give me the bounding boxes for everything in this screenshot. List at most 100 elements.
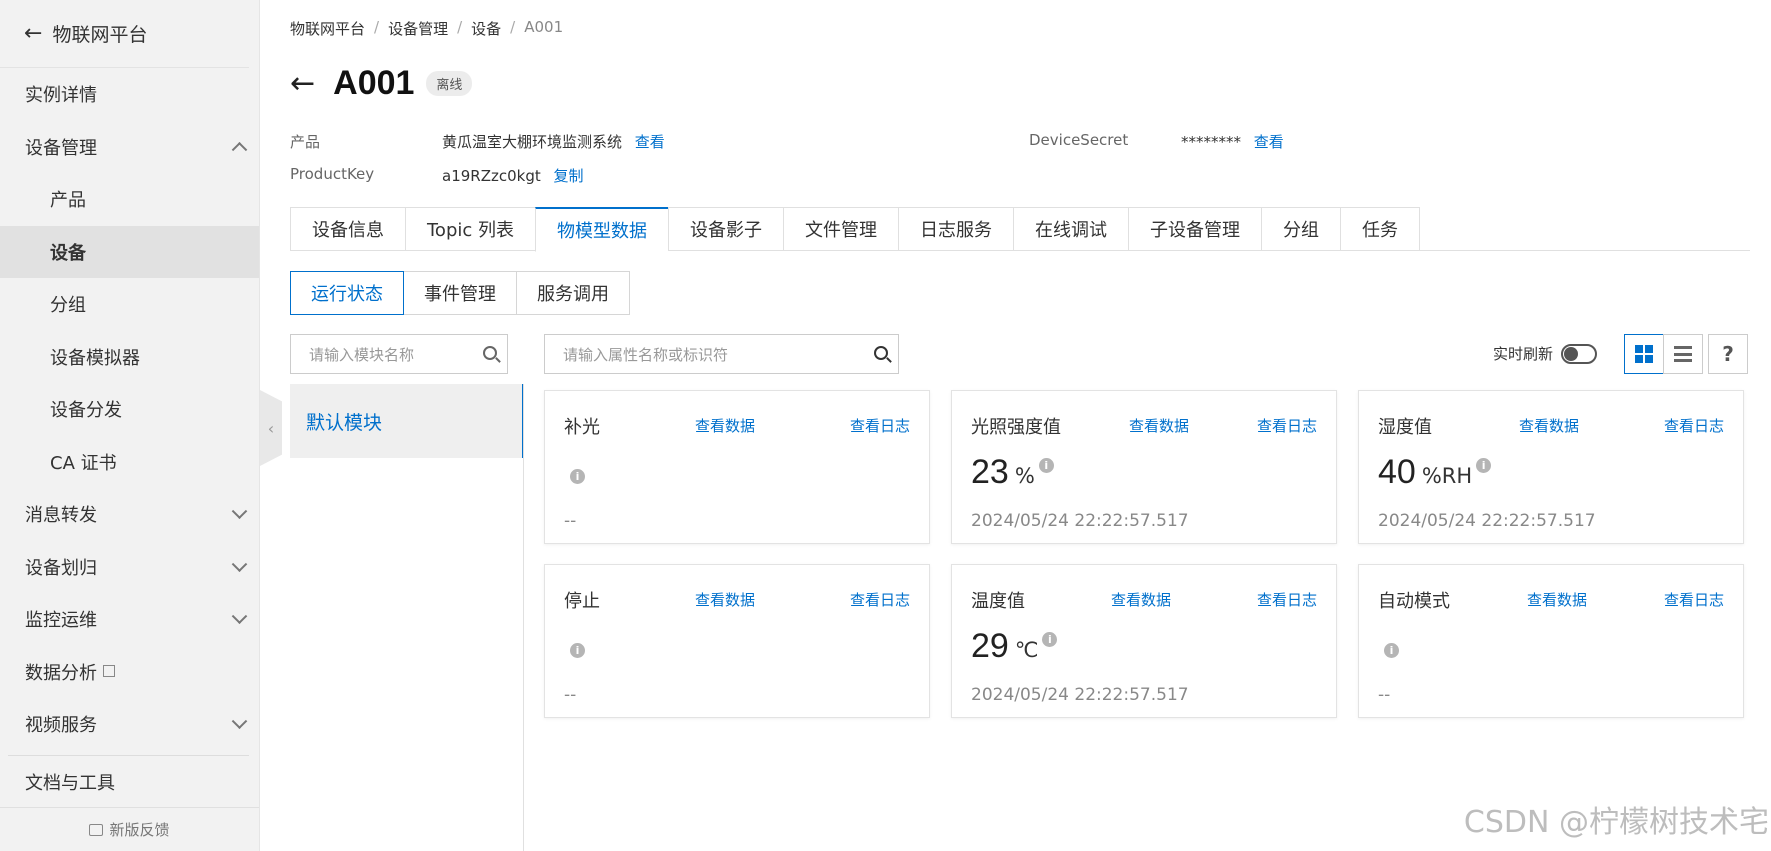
tab-online-debug[interactable]: 在线调试	[1013, 207, 1128, 251]
sidebar-item-video-service[interactable]: 视频服务	[0, 698, 259, 751]
view-data-link[interactable]: 查看数据	[695, 415, 755, 436]
tab-topic-list[interactable]: Topic 列表	[405, 207, 535, 251]
view-log-link[interactable]: 查看日志	[1257, 415, 1317, 436]
sidebar-item-product[interactable]: 产品	[0, 173, 259, 226]
feedback-icon	[89, 823, 104, 836]
sidebar-item-label: 视频服务	[25, 715, 97, 737]
realtime-refresh-toggle[interactable]	[1561, 343, 1598, 364]
sidebar-item-device-simulator[interactable]: 设备模拟器	[0, 331, 259, 384]
sidebar-item-label: 设备管理	[25, 137, 97, 159]
view-log-link[interactable]: 查看日志	[1664, 415, 1724, 436]
tab-sub-device-management[interactable]: 子设备管理	[1128, 207, 1261, 251]
chevron-left-icon: ‹	[267, 418, 275, 438]
back-arrow-icon[interactable]: ←	[24, 21, 42, 46]
search-icon[interactable]	[874, 346, 888, 360]
sidebar-item-device[interactable]: 设备	[0, 225, 259, 278]
secret-value: ********	[1181, 133, 1241, 151]
info-icon[interactable]: i	[1042, 632, 1058, 647]
grid-view-button[interactable]	[1624, 334, 1664, 374]
info-icon[interactable]: i	[570, 469, 585, 484]
info-icon[interactable]: i	[1384, 643, 1399, 658]
tab-device-info[interactable]: 设备信息	[290, 207, 405, 251]
property-card: 光照强度值 查看数据 查看日志 23 % i 2024/05/24 22:22:…	[951, 390, 1337, 544]
productkey-copy-link[interactable]: 复制	[554, 167, 584, 185]
subtab-event-management[interactable]: 事件管理	[403, 271, 517, 315]
sidebar-collapse-handle[interactable]: ‹	[260, 390, 282, 466]
property-time: --	[564, 685, 577, 705]
property-unit: %	[1014, 464, 1035, 488]
sidebar-item-device-assignment[interactable]: 设备划归	[0, 541, 259, 594]
property-time: 2024/05/24 22:22:57.517	[1378, 511, 1596, 531]
info-icon[interactable]: i	[570, 643, 585, 658]
info-icon-wrap: i	[570, 639, 585, 658]
sidebar-item-label: 消息转发	[25, 505, 97, 527]
main-content: 物联网平台 / 设备管理 / 设备 / A001 ← A001 离线 产品 黄瓜温室大…	[290, 0, 1750, 851]
sidebar-item-message-forwarding[interactable]: 消息转发	[0, 488, 259, 541]
view-log-link[interactable]: 查看日志	[850, 415, 910, 436]
module-search-input[interactable]: 请输入模块名称	[290, 334, 508, 374]
tab-bar: 设备信息 Topic 列表 物模型数据 设备影子 文件管理 日志服务 在线调试 …	[290, 207, 1750, 252]
view-data-link[interactable]: 查看数据	[1111, 589, 1171, 610]
sidebar-item-docs-tools[interactable]: 文档与工具	[0, 760, 259, 794]
tab-group[interactable]: 分组	[1261, 207, 1340, 251]
sidebar-item-label: 分组	[50, 295, 86, 317]
sidebar-item-ca-certificate[interactable]: CA 证书	[0, 436, 259, 489]
sidebar-item-group[interactable]: 分组	[0, 278, 259, 331]
sidebar-item-device-management[interactable]: 设备管理	[0, 121, 259, 174]
secret-view-link[interactable]: 查看	[1254, 133, 1284, 151]
sidebar-item-device-distribution[interactable]: 设备分发	[0, 383, 259, 436]
help-button[interactable]: ?	[1708, 334, 1748, 374]
tab-device-shadow[interactable]: 设备影子	[668, 207, 783, 251]
external-link-icon	[103, 664, 115, 677]
info-icon[interactable]: i	[1038, 458, 1054, 473]
sidebar-item-label: 文档与工具	[25, 772, 115, 794]
view-log-link[interactable]: 查看日志	[850, 589, 910, 610]
status-badge: 离线	[426, 71, 473, 96]
breadcrumb-item[interactable]: 设备	[471, 18, 501, 39]
subtab-service-call[interactable]: 服务调用	[516, 271, 630, 315]
tab-task[interactable]: 任务	[1340, 207, 1420, 251]
view-data-link[interactable]: 查看数据	[1129, 415, 1189, 436]
tab-thing-model-data[interactable]: 物模型数据	[535, 207, 668, 252]
breadcrumb-item[interactable]: 物联网平台	[290, 18, 365, 39]
sidebar-divider	[8, 754, 249, 756]
subtab-running-status[interactable]: 运行状态	[290, 271, 404, 315]
breadcrumb-item[interactable]: 设备管理	[388, 18, 448, 39]
property-unit: ℃	[1014, 638, 1039, 662]
tab-file-management[interactable]: 文件管理	[783, 207, 898, 251]
property-value: 40	[1378, 453, 1416, 491]
property-time: 2024/05/24 22:22:57.517	[971, 685, 1189, 705]
sidebar-item-label: CA 证书	[50, 452, 117, 474]
breadcrumb-current: A001	[524, 18, 564, 36]
property-search-input[interactable]: 请输入属性名称或标识符	[544, 334, 899, 374]
chevron-up-icon	[231, 141, 248, 158]
info-icon[interactable]: i	[1476, 458, 1492, 473]
product-view-link[interactable]: 查看	[635, 133, 665, 151]
property-card: 自动模式 查看数据 查看日志 i --	[1358, 564, 1744, 718]
module-item-default[interactable]: 默认模块	[290, 384, 524, 458]
sidebar-item-label: 设备分发	[50, 400, 122, 422]
help-icon: ?	[1722, 342, 1734, 366]
sidebar-item-instance-details[interactable]: 实例详情	[0, 68, 259, 121]
realtime-refresh: 实时刷新	[1493, 343, 1598, 364]
tab-log-service[interactable]: 日志服务	[898, 207, 1013, 251]
property-card: 湿度值 查看数据 查看日志 40 %RH i 2024/05/24 22:22:…	[1358, 390, 1744, 544]
property-name: 温度值	[971, 591, 1025, 612]
sidebar-item-label: 监控运维	[25, 610, 97, 632]
search-icon[interactable]	[483, 346, 497, 360]
view-log-link[interactable]: 查看日志	[1664, 589, 1724, 610]
view-data-link[interactable]: 查看数据	[695, 589, 755, 610]
feedback-button[interactable]: 新版反馈	[0, 807, 259, 851]
sidebar-header[interactable]: ← 物联网平台	[0, 0, 249, 68]
property-name: 湿度值	[1378, 417, 1432, 438]
chevron-down-icon	[231, 713, 248, 730]
back-arrow-icon[interactable]: ←	[290, 68, 315, 99]
list-view-button[interactable]	[1663, 334, 1703, 374]
sidebar-item-monitoring-ops[interactable]: 监控运维	[0, 593, 259, 646]
property-value: 29	[971, 627, 1009, 665]
view-data-link[interactable]: 查看数据	[1519, 415, 1579, 436]
sidebar-item-label: 设备模拟器	[50, 347, 140, 369]
view-data-link[interactable]: 查看数据	[1527, 589, 1587, 610]
view-log-link[interactable]: 查看日志	[1257, 589, 1317, 610]
sidebar-item-data-analysis[interactable]: 数据分析	[0, 646, 259, 699]
